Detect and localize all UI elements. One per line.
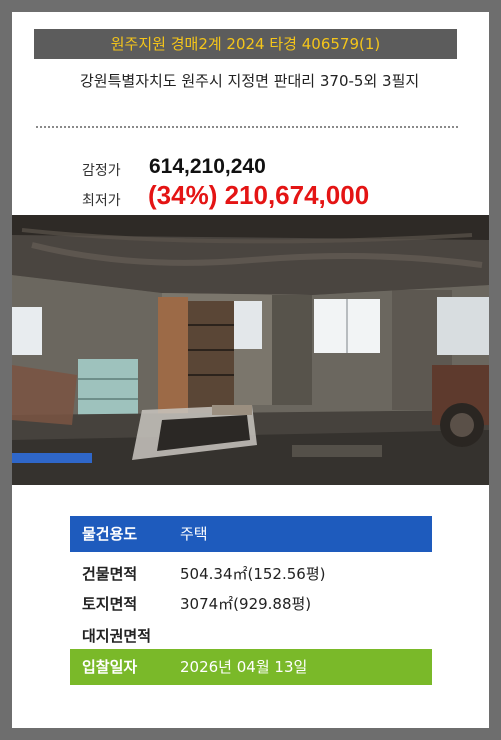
property-address: 강원특별자치도 원주시 지정면 판대리 370-5외 3필지 <box>80 72 420 90</box>
property-photo <box>12 215 489 485</box>
bid-date-label: 입찰일자 <box>82 658 138 676</box>
usage-value: 주택 <box>180 525 208 543</box>
land-area-value: 3074㎡(929.88평) <box>180 595 312 613</box>
minimum-price-label: 최저가 <box>82 193 121 209</box>
case-title-banner: 원주지원 경매2계 2024 타경 406579(1) <box>34 29 457 59</box>
land-area-label: 토지면적 <box>82 595 138 613</box>
usage-label: 물건용도 <box>82 525 138 543</box>
auction-card: 원주지원 경매2계 2024 타경 406579(1) 강원특별자치도 원주시 … <box>12 12 489 728</box>
appraisal-price-label: 감정가 <box>82 163 121 179</box>
bid-date-value: 2026년 04월 13일 <box>180 658 308 676</box>
appraisal-price-value: 614,210,240 <box>149 155 266 178</box>
minimum-price-value: (34%) 210,674,000 <box>148 180 370 210</box>
land-area-row: 토지면적 3074㎡(929.88평) <box>70 586 432 622</box>
usage-row: 물건용도 주택 <box>70 516 432 552</box>
dotted-divider <box>36 126 458 128</box>
bid-date-row: 입찰일자 2026년 04월 13일 <box>70 649 432 685</box>
